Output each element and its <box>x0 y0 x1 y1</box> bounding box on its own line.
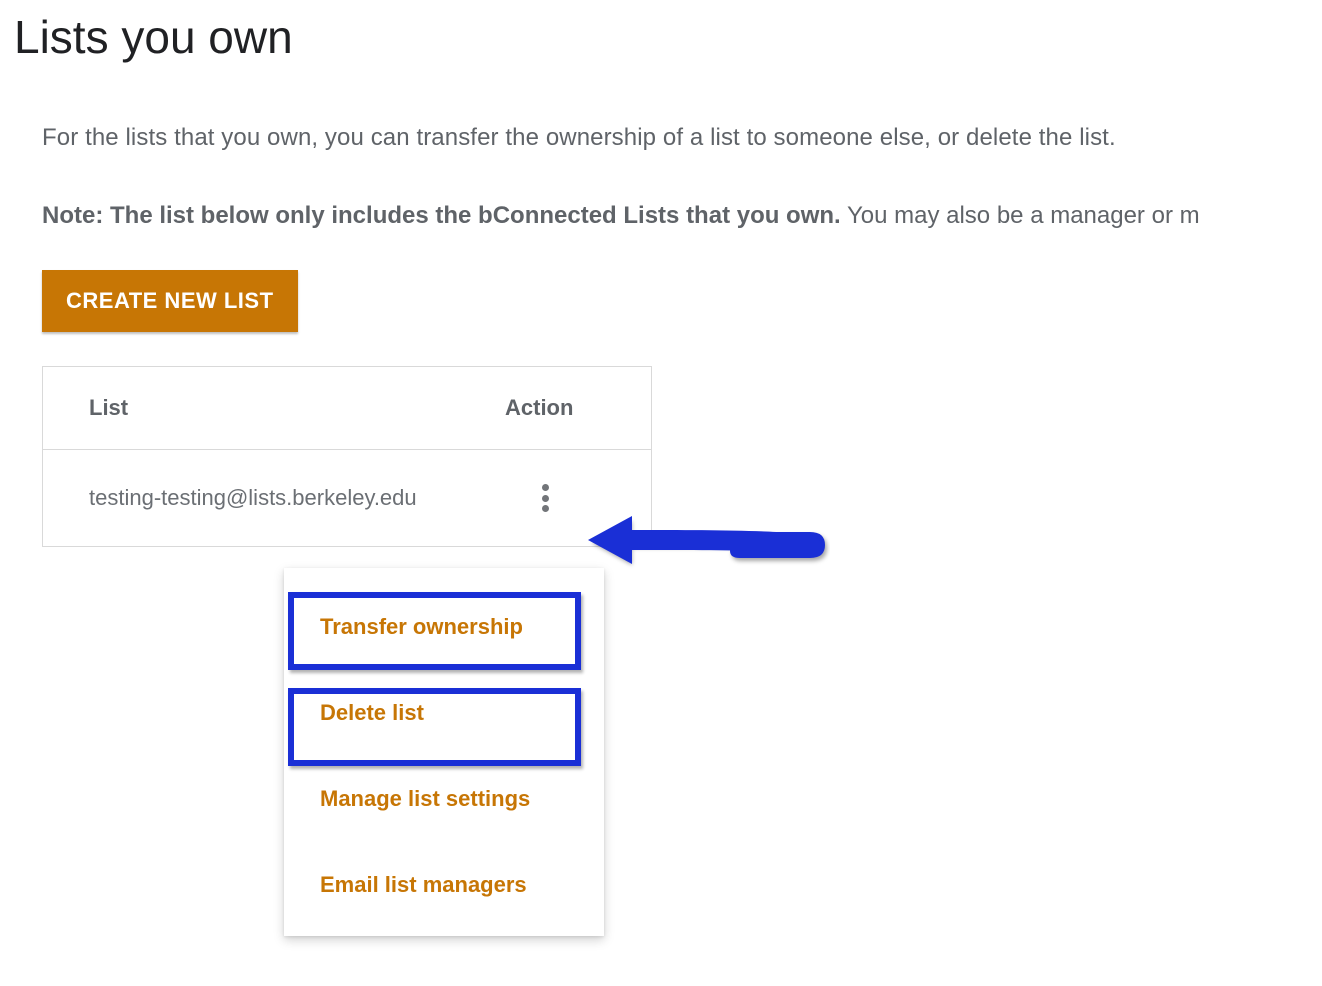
menu-delete-list[interactable]: Delete list <box>284 680 604 746</box>
note-bold: Note: The list below only includes the b… <box>42 202 841 229</box>
create-new-list-button[interactable]: CREATE NEW LIST <box>42 270 298 332</box>
note-text: Note: The list below only includes the b… <box>42 202 1322 230</box>
menu-transfer-ownership[interactable]: Transfer ownership <box>284 594 604 660</box>
menu-manage-list-settings[interactable]: Manage list settings <box>284 766 604 832</box>
intro-text: For the lists that you own, you can tran… <box>42 124 1322 152</box>
note-rest: You may also be a manager or m <box>841 202 1200 229</box>
page-title: Lists you own <box>14 10 1322 64</box>
menu-email-list-managers[interactable]: Email list managers <box>284 852 604 918</box>
kebab-menu-icon[interactable] <box>533 484 557 512</box>
list-address: testing-testing@lists.berkeley.edu <box>89 485 505 511</box>
action-dropdown: Transfer ownership Delete list Manage li… <box>284 568 604 936</box>
action-cell <box>505 484 605 512</box>
lists-table: List Action testing-testing@lists.berkel… <box>42 366 652 547</box>
table-row: testing-testing@lists.berkeley.edu <box>43 450 651 546</box>
table-header: List Action <box>43 367 651 450</box>
col-header-action: Action <box>505 395 605 421</box>
col-header-list: List <box>89 395 505 421</box>
